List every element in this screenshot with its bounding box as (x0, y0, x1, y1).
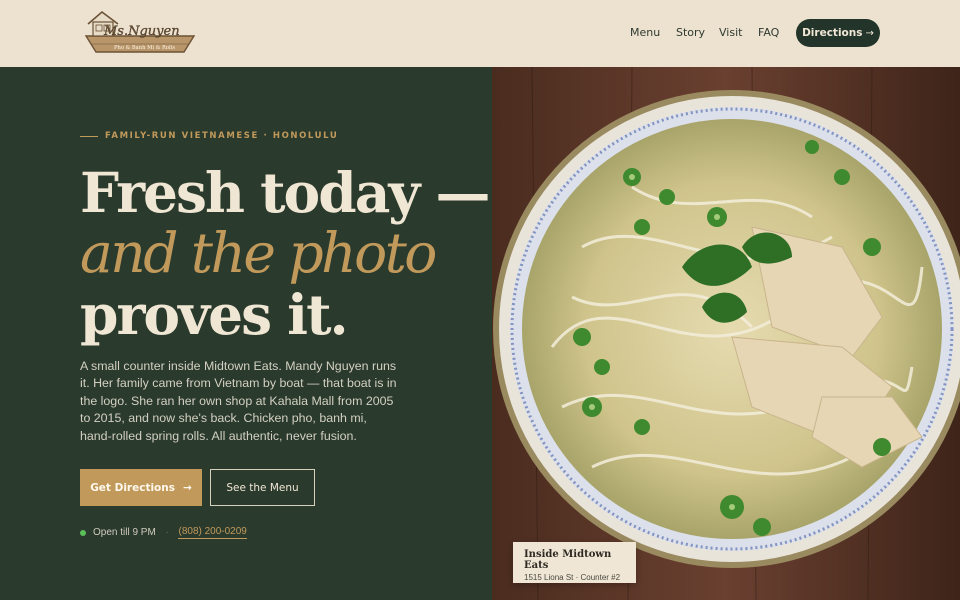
get-directions-label: Get Directions (90, 481, 175, 494)
location-card-title: Inside Midtown Eats (524, 549, 612, 571)
hero-photo (492, 67, 960, 600)
headline-line-3: proves it. (80, 282, 349, 347)
headline-line-1: Fresh today — (80, 160, 490, 225)
location-card-address: 1515 Liona St · Counter #2 (524, 573, 621, 582)
location-card: Inside Midtown Eats 1515 Liona St · Coun… (513, 542, 636, 583)
see-menu-button[interactable]: See the Menu (210, 469, 315, 506)
eyebrow-text: FAMILY-RUN VIETNAMESE · HONOLULU (105, 131, 339, 141)
arrow-right-icon: → (865, 27, 874, 39)
nav-link-faq[interactable]: FAQ (758, 26, 779, 39)
arrow-right-icon: → (183, 481, 192, 494)
eyebrow-rule (80, 135, 98, 137)
open-status: Open till 9 PM · (808) 200-0209 (80, 526, 247, 539)
headline-line-2: and the photo (80, 221, 437, 285)
nav-link-story[interactable]: Story (676, 26, 705, 39)
directions-button-label: Directions (802, 27, 863, 39)
pho-bowl-image (492, 67, 960, 600)
open-status-dot-icon (80, 529, 86, 536)
nav-link-menu[interactable]: Menu (630, 26, 660, 39)
status-separator: · (165, 528, 169, 537)
nav-link-visit[interactable]: Visit (719, 26, 742, 39)
phone-link[interactable]: (808) 200-0209 (178, 526, 247, 539)
hero-eyebrow: FAMILY-RUN VIETNAMESE · HONOLULU (80, 131, 338, 141)
hero-body-copy: A small counter inside Midtown Eats. Man… (80, 359, 397, 443)
get-directions-button[interactable]: Get Directions → (80, 469, 202, 506)
open-hours-text: Open till 9 PM (93, 527, 156, 538)
site-header: Ms.Nguyen Pho & Banh Mi & Rolls Menu Sto… (0, 0, 960, 67)
hero-headline: Fresh today — and the photo proves it. (80, 162, 500, 345)
directions-button[interactable]: Directions → (796, 19, 880, 47)
